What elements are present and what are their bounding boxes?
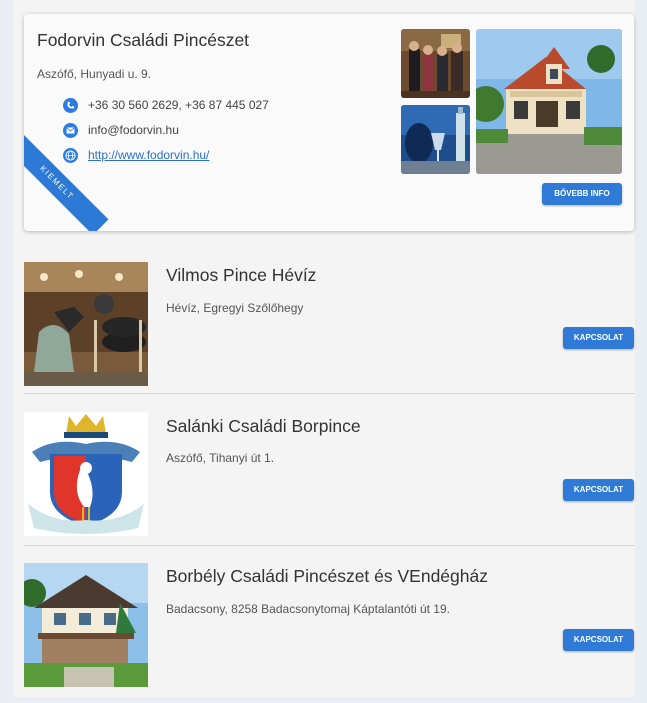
listing-title[interactable]: Borbély Családi Pincészet és VEndégház bbox=[166, 566, 488, 587]
gallery-photo-glasses[interactable] bbox=[401, 105, 470, 174]
contact-button[interactable]: KAPCSOLAT bbox=[563, 479, 634, 501]
web-row: http://www.fodorvin.hu/ bbox=[63, 146, 209, 164]
featured-address: Aszófő, Hunyadi u. 9. bbox=[37, 67, 152, 81]
listing-card: Salánki Családi Borpince Aszófő, Tihanyi… bbox=[24, 412, 635, 552]
listing-thumbnail-house[interactable] bbox=[24, 563, 148, 687]
email-text[interactable]: info@fodorvin.hu bbox=[88, 123, 179, 137]
phone-row: +36 30 560 2629, +36 87 445 027 bbox=[63, 96, 269, 114]
contact-button[interactable]: KAPCSOLAT bbox=[563, 629, 634, 651]
gallery-photo-building[interactable] bbox=[476, 29, 622, 174]
listing-title[interactable]: Salánki Családi Borpince bbox=[166, 416, 361, 437]
listing-card: Borbély Családi Pincészet és VEndégház B… bbox=[24, 563, 635, 703]
featured-winery-card: Fodorvin Családi Pincészet Aszófő, Hunya… bbox=[24, 14, 634, 231]
featured-title[interactable]: Fodorvin Családi Pincészet bbox=[37, 30, 249, 51]
phone-text: +36 30 560 2629, +36 87 445 027 bbox=[88, 98, 269, 112]
listing-thumbnail-crest[interactable] bbox=[24, 412, 148, 536]
listing-title[interactable]: Vilmos Pince Hévíz bbox=[166, 265, 316, 286]
phone-icon bbox=[63, 97, 78, 113]
listing-card: Vilmos Pince Hévíz Hévíz, Egregyi Szőlőh… bbox=[24, 262, 635, 402]
gallery-photo-people[interactable] bbox=[401, 29, 470, 98]
more-info-button[interactable]: BŐVEBB INFO bbox=[542, 183, 622, 205]
listing-divider bbox=[24, 545, 635, 546]
envelope-icon bbox=[63, 122, 78, 138]
contact-button[interactable]: KAPCSOLAT bbox=[563, 327, 634, 349]
listing-divider bbox=[24, 393, 635, 394]
listing-address: Hévíz, Egregyi Szőlőhegy bbox=[166, 301, 304, 315]
globe-icon bbox=[63, 147, 78, 163]
email-row: info@fodorvin.hu bbox=[63, 121, 179, 139]
listing-thumbnail-cellar[interactable] bbox=[24, 262, 148, 386]
listing-address: Badacsony, 8258 Badacsonytomaj Káptalant… bbox=[166, 602, 450, 616]
listing-address: Aszófő, Tihanyi út 1. bbox=[166, 451, 275, 465]
website-link[interactable]: http://www.fodorvin.hu/ bbox=[88, 148, 209, 162]
